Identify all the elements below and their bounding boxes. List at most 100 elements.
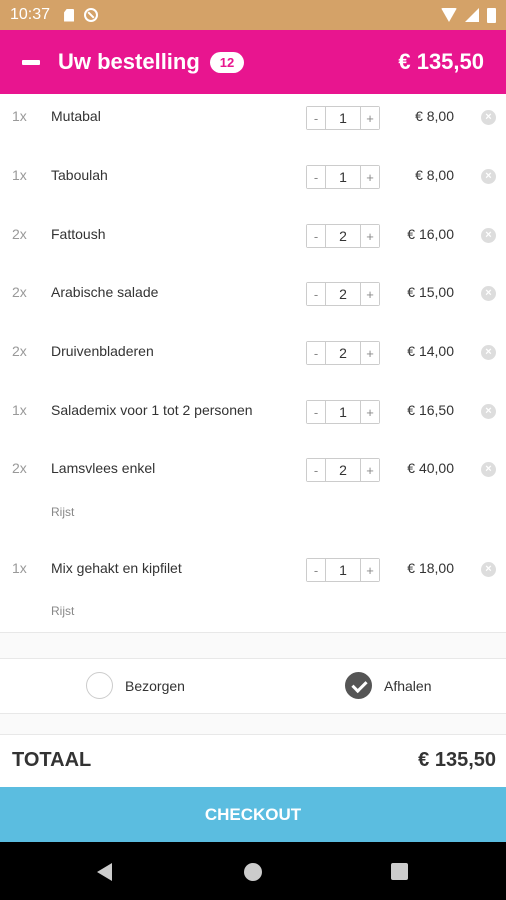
item-price: € 16,50 (407, 402, 454, 418)
item-name: Salademix voor 1 tot 2 personen (51, 402, 253, 418)
wifi-icon (441, 8, 457, 22)
quantity-value: 2 (325, 459, 361, 481)
list-item: 1x Mutabal - 1 + € 8,00 × (0, 96, 506, 136)
item-price: € 16,00 (407, 226, 454, 242)
sim-card-icon (64, 8, 75, 22)
item-quantity-label: 2x (12, 284, 27, 300)
total-row: TOTAAL € 135,50 (0, 735, 506, 787)
order-title: Uw bestelling (58, 49, 200, 74)
quantity-value: 1 (325, 401, 361, 423)
item-price: € 40,00 (407, 460, 454, 476)
order-header[interactable]: Uw bestelling 12 € 135,50 (0, 30, 506, 94)
item-count-badge: 12 (209, 51, 245, 73)
home-icon[interactable] (244, 863, 262, 881)
delivery-option-afhalen[interactable]: Afhalen (345, 672, 431, 699)
delivery-option-bezorgen[interactable]: Bezorgen (86, 672, 185, 699)
quantity-stepper: - 2 + (306, 224, 380, 248)
quantity-stepper: - 2 + (306, 341, 380, 365)
quantity-value: 1 (325, 559, 361, 581)
item-name: Mutabal (51, 108, 101, 124)
delivery-option-label: Bezorgen (125, 677, 185, 694)
quantity-stepper: - 1 + (306, 165, 380, 189)
remove-item-icon[interactable]: × (481, 286, 496, 301)
list-item: 1x Taboulah - 1 + € 8,00 × (0, 155, 506, 195)
total-label: TOTAAL (12, 749, 92, 771)
radio-unchecked-icon[interactable] (86, 672, 113, 699)
header-total: € 135,50 (398, 49, 484, 74)
quantity-value: 1 (325, 166, 361, 188)
item-quantity-label: 1x (12, 402, 27, 418)
increase-button[interactable]: + (361, 459, 379, 481)
decrease-button[interactable]: - (307, 401, 325, 423)
quantity-stepper: - 1 + (306, 558, 380, 582)
item-name: Fattoush (51, 226, 106, 242)
item-name: Arabische salade (51, 284, 159, 300)
list-item: 2x Lamsvlees enkel - 2 + € 40,00 × (0, 448, 506, 488)
checkout-button[interactable]: CHECKOUT (0, 787, 506, 842)
item-name: Lamsvlees enkel (51, 460, 156, 476)
item-name: Druivenbladeren (51, 343, 154, 359)
increase-button[interactable]: + (361, 166, 379, 188)
increase-button[interactable]: + (361, 225, 379, 247)
list-item: 1x Mix gehakt en kipfilet - 1 + € 18,00 … (0, 548, 506, 588)
decrease-button[interactable]: - (307, 342, 325, 364)
remove-item-icon[interactable]: × (481, 345, 496, 360)
item-quantity-label: 1x (12, 560, 27, 576)
item-quantity-label: 1x (12, 108, 27, 124)
status-time: 10:37 (10, 6, 51, 23)
collapse-icon[interactable] (22, 59, 40, 65)
decrease-button[interactable]: - (307, 283, 325, 305)
do-not-disturb-icon (84, 8, 99, 22)
delivery-option-label: Afhalen (384, 677, 432, 694)
increase-button[interactable]: + (361, 401, 379, 423)
decrease-button[interactable]: - (307, 166, 325, 188)
increase-button[interactable]: + (361, 342, 379, 364)
quantity-stepper: - 2 + (306, 458, 380, 482)
list-item: 2x Arabische salade - 2 + € 15,00 × (0, 272, 506, 312)
item-price: € 18,00 (407, 560, 454, 576)
status-bar: 10:37 (0, 0, 506, 30)
radio-checked-icon[interactable] (345, 672, 372, 699)
android-nav-bar (0, 842, 506, 900)
quantity-value: 2 (325, 283, 361, 305)
battery-icon (487, 7, 496, 23)
decrease-button[interactable]: - (307, 459, 325, 481)
remove-item-icon[interactable]: × (481, 169, 496, 184)
decrease-button[interactable]: - (307, 107, 325, 129)
list-item: 1x Salademix voor 1 tot 2 personen - 1 +… (0, 390, 506, 430)
list-item: 2x Druivenbladeren - 2 + € 14,00 × (0, 331, 506, 371)
item-note: Rijst (51, 604, 75, 618)
decrease-button[interactable]: - (307, 225, 325, 247)
item-note: Rijst (51, 505, 75, 519)
total-value: € 135,50 (418, 749, 496, 771)
list-item: 2x Fattoush - 2 + € 16,00 × (0, 214, 506, 254)
delivery-options: Bezorgen Afhalen (0, 659, 506, 713)
signal-icon (465, 8, 479, 22)
quantity-stepper: - 1 + (306, 106, 380, 130)
remove-item-icon[interactable]: × (481, 110, 496, 125)
item-name: Mix gehakt en kipfilet (51, 560, 182, 576)
quantity-value: 1 (325, 107, 361, 129)
recent-apps-icon[interactable] (391, 863, 408, 880)
remove-item-icon[interactable]: × (481, 228, 496, 243)
item-quantity-label: 2x (12, 226, 27, 242)
increase-button[interactable]: + (361, 107, 379, 129)
section-gap (0, 633, 506, 658)
remove-item-icon[interactable]: × (481, 404, 496, 419)
quantity-value: 2 (325, 342, 361, 364)
increase-button[interactable]: + (361, 283, 379, 305)
remove-item-icon[interactable]: × (481, 462, 496, 477)
item-price: € 8,00 (415, 108, 454, 124)
back-icon[interactable] (97, 863, 112, 881)
section-gap (0, 714, 506, 734)
item-quantity-label: 2x (12, 460, 27, 476)
item-quantity-label: 1x (12, 167, 27, 183)
increase-button[interactable]: + (361, 559, 379, 581)
decrease-button[interactable]: - (307, 559, 325, 581)
quantity-stepper: - 1 + (306, 400, 380, 424)
quantity-value: 2 (325, 225, 361, 247)
item-name: Taboulah (51, 167, 108, 183)
item-quantity-label: 2x (12, 343, 27, 359)
item-price: € 15,00 (407, 284, 454, 300)
remove-item-icon[interactable]: × (481, 562, 496, 577)
